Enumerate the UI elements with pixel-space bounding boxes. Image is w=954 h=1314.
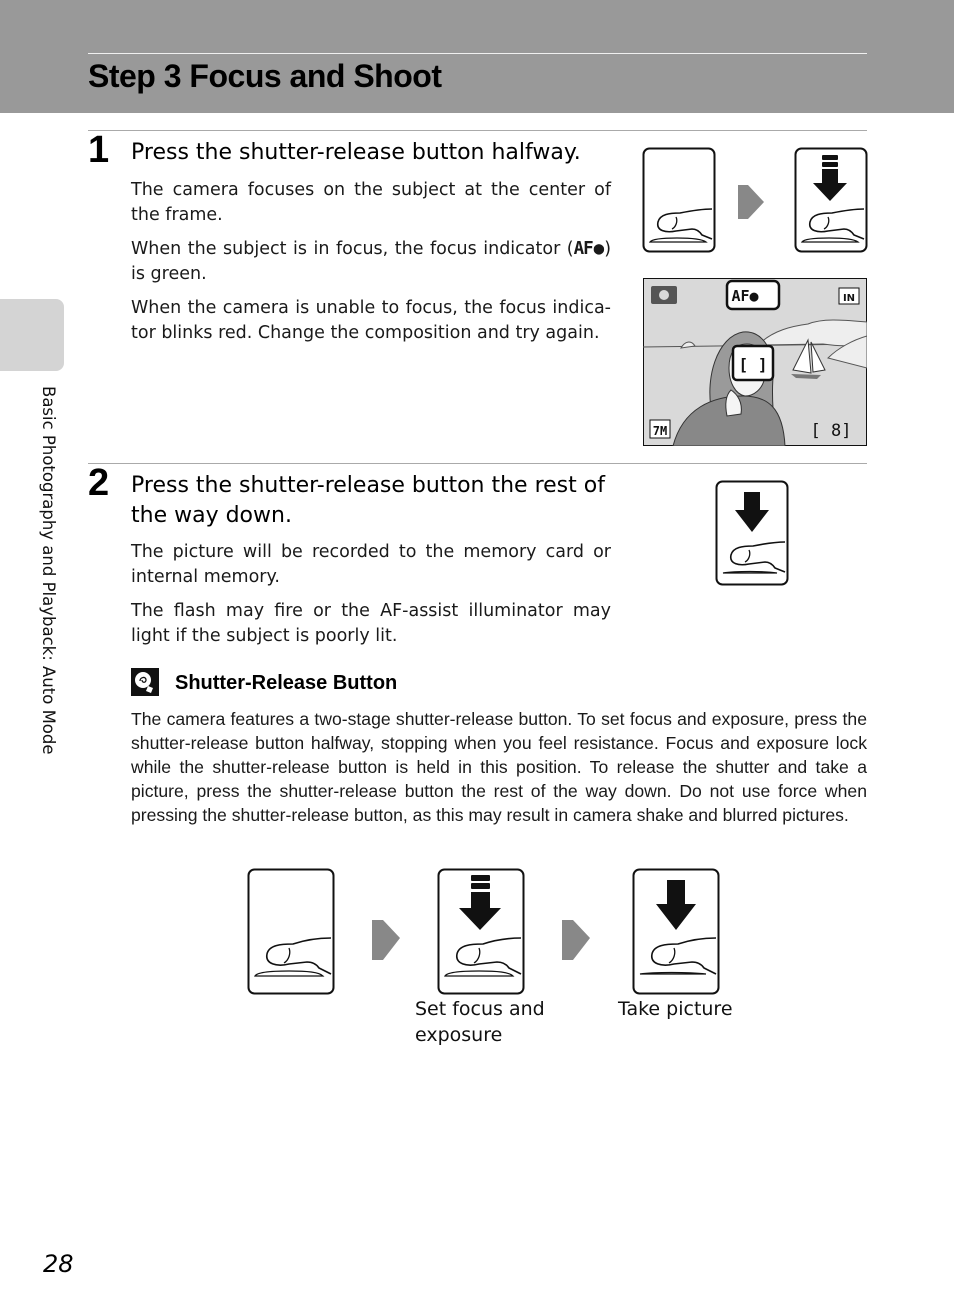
- full-press-illustration: [715, 480, 789, 586]
- chapter-label: Basic Photography and Playback: Auto Mod…: [39, 386, 58, 755]
- step-paragraph: The flash may fire or the AF-assist illu…: [131, 601, 611, 646]
- finger-idle-icon: [247, 868, 335, 995]
- page-number: 28: [43, 1250, 74, 1278]
- focus-area-bracket: [ ]: [739, 355, 768, 374]
- step-number: 2: [88, 462, 110, 504]
- chapter-tab: [0, 299, 64, 371]
- arrow-right-icon: [738, 185, 764, 219]
- header-rule: [88, 53, 867, 54]
- step-heading: Press the shutter-release button the res…: [131, 473, 605, 528]
- shutter-sequence-diagram: [247, 868, 720, 995]
- half-press-illustration: [642, 147, 868, 253]
- step-paragraph: The camera focuses on the subject at the…: [131, 180, 611, 225]
- exposures-remaining: [ 8]: [811, 421, 852, 441]
- section-divider: [88, 463, 867, 464]
- finger-full-press-icon: [632, 868, 720, 995]
- section-divider: [88, 130, 867, 131]
- arrow-right-icon: [562, 920, 590, 960]
- step-number: 1: [88, 129, 110, 171]
- step-paragraph: When the camera is unable to focus, the …: [131, 298, 611, 343]
- finger-half-press-icon: [437, 868, 525, 995]
- finger-half-press-icon: [794, 147, 868, 253]
- paragraph-text: When the subject is in focus, the focus …: [131, 239, 574, 259]
- header-band: [0, 0, 954, 113]
- tip-icon: [131, 668, 159, 696]
- step-paragraph: When the subject is in focus, the focus …: [131, 237, 611, 287]
- focus-indicator-symbol: AF●: [573, 239, 606, 259]
- image-size-indicator: 7M: [653, 424, 667, 438]
- monitor-display: [ ] AF● IN 7M [ 8]: [642, 278, 868, 447]
- finger-full-press-icon: [715, 480, 789, 586]
- note-body: The camera features a two-stage shutter-…: [131, 709, 867, 825]
- arrow-right-icon: [372, 920, 400, 960]
- step-heading: Press the shutter-release button halfway…: [131, 140, 581, 165]
- step-paragraph: The picture will be recorded to the memo…: [131, 542, 611, 587]
- caption-set-focus: Set focus and exposure: [415, 998, 545, 1046]
- page-title: Step 3 Focus and Shoot: [88, 58, 442, 94]
- finger-idle-icon: [642, 147, 716, 253]
- note-title: Shutter-Release Button: [175, 672, 398, 694]
- memory-indicator: IN: [843, 293, 855, 304]
- caption-take-picture: Take picture: [618, 998, 733, 1020]
- focus-indicator: AF●: [731, 287, 758, 305]
